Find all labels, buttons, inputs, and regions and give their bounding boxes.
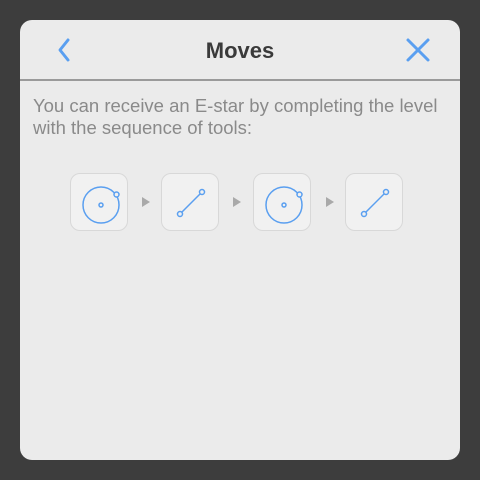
sequence-arrow-icon xyxy=(142,197,150,207)
close-icon xyxy=(406,38,430,62)
back-button[interactable] xyxy=(44,30,84,70)
header-divider xyxy=(20,79,460,81)
tool-tile-4 xyxy=(345,173,403,231)
description-text: You can receive an E-star by completing … xyxy=(33,95,438,138)
tool-tile-1 xyxy=(70,173,128,231)
sequence-arrow-icon xyxy=(233,197,241,207)
tool-tile-3 xyxy=(253,173,311,231)
tool-sequence xyxy=(70,173,410,233)
line-tool-icon xyxy=(176,188,206,218)
circle-tool-icon xyxy=(82,186,120,224)
chevron-left-icon xyxy=(58,38,70,62)
line-tool-icon xyxy=(360,188,390,218)
dialog-title: Moves xyxy=(205,38,275,63)
circle-tool-icon xyxy=(265,186,303,224)
sequence-arrow-icon xyxy=(326,197,334,207)
dialog-header: Moves xyxy=(20,20,460,81)
tool-tile-2 xyxy=(161,173,219,231)
moves-dialog: Moves You can receive an E-star by compl… xyxy=(20,20,460,460)
close-button[interactable] xyxy=(398,30,438,70)
